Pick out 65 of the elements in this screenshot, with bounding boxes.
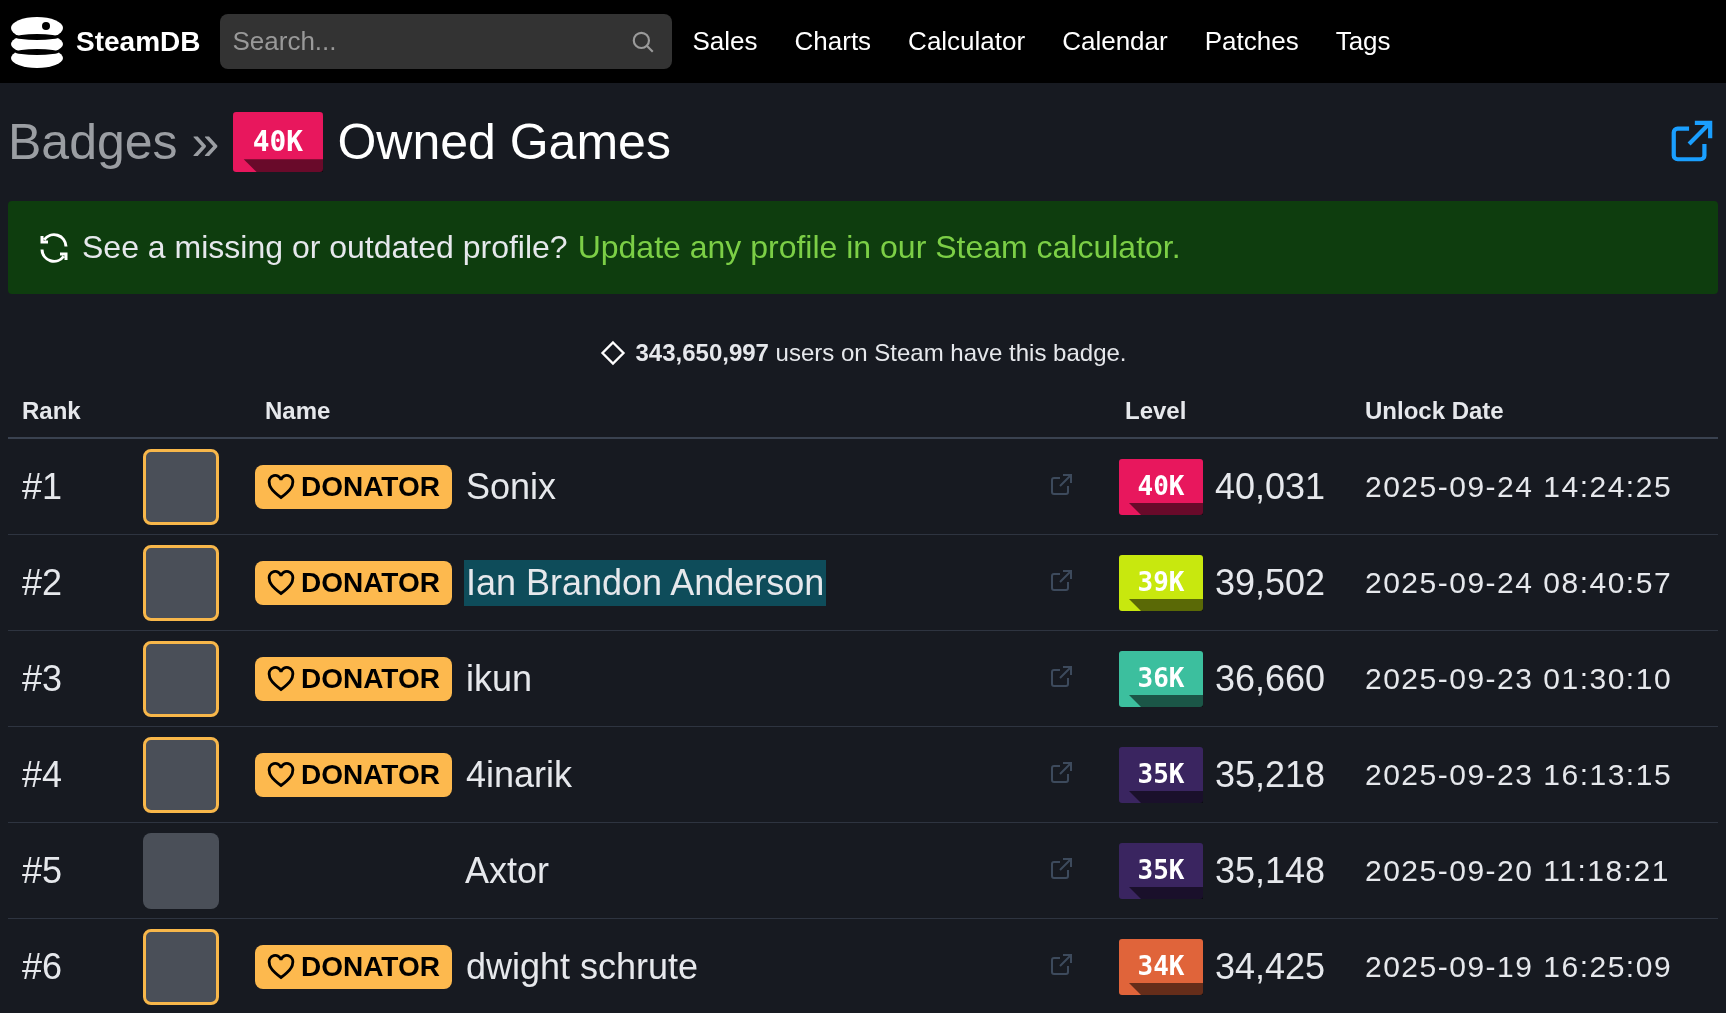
badge-icon: 34K	[1119, 938, 1203, 995]
badge-count-text: 343,650,997 users on Steam have this badge.	[635, 339, 1127, 367]
level-cell: 34,425	[1215, 945, 1326, 988]
nav-link[interactable]: Charts	[794, 26, 872, 57]
heart-icon	[267, 953, 295, 980]
level-cell: 36,660	[1215, 657, 1326, 700]
rank-cell-text: #5	[21, 849, 64, 892]
heart-icon	[267, 473, 295, 500]
column-header: Unlock Date	[1364, 396, 1505, 425]
unlock-date-cell-text: 2025-09-24 08:40:57	[1364, 565, 1674, 600]
badge-icon: 36K	[1119, 650, 1203, 707]
donator-badge: DONATOR	[255, 752, 452, 797]
page-title: Owned Games	[337, 113, 671, 171]
player-name-link[interactable]: 4inarik	[463, 751, 575, 798]
logo-text[interactable]: SteamDB	[76, 25, 201, 58]
unlock-date-cell-text: 2025-09-23 01:30:10	[1364, 661, 1674, 696]
badge-icon: 35K	[1119, 746, 1203, 803]
donator-badge: DONATOR	[255, 560, 452, 605]
rank-cell-text: #1	[21, 465, 64, 508]
avatar-placeholder[interactable]	[143, 928, 219, 1005]
tag-icon	[599, 339, 628, 367]
player-name-link[interactable]: Axtor	[463, 847, 552, 894]
avatar-placeholder[interactable]	[143, 736, 219, 813]
player-name-link[interactable]: Ian Brandon Anderson	[463, 559, 827, 606]
level-cell: 35,218	[1215, 753, 1326, 796]
nav-link[interactable]: Calculator	[908, 26, 1026, 57]
nav-link[interactable]: Patches	[1204, 26, 1299, 57]
rank-cell-text: #6	[21, 945, 64, 988]
badge-icon: 40K	[1119, 458, 1203, 515]
rank-cell-text: #4	[21, 753, 64, 796]
column-header: Rank	[21, 396, 82, 425]
heart-icon	[267, 665, 295, 692]
donator-badge: DONATOR	[255, 944, 452, 989]
nav-link[interactable]: Calendar	[1062, 26, 1168, 57]
avatar-placeholder[interactable]	[143, 544, 219, 621]
column-header: Name	[264, 396, 332, 425]
avatar-placeholder[interactable]	[143, 640, 219, 717]
unlock-date-cell-text: 2025-09-23 16:13:15	[1364, 757, 1674, 792]
level-cell: 39,502	[1215, 561, 1326, 604]
player-name-link[interactable]: dwight schrute	[463, 943, 701, 990]
badge-icon: 39K	[1119, 554, 1203, 611]
avatar-placeholder[interactable]	[143, 448, 219, 525]
rank-cell-text: #2	[21, 561, 64, 604]
unlock-date-cell-text: 2025-09-24 14:24:25	[1364, 469, 1674, 504]
player-name-link[interactable]: Sonix	[463, 463, 559, 510]
level-cell: 35,148	[1215, 849, 1326, 892]
nav-link[interactable]: Sales	[692, 26, 758, 57]
rank-cell-text: #3	[21, 657, 64, 700]
unlock-date-cell-text: 2025-09-19 16:25:09	[1364, 949, 1674, 984]
calculator-link[interactable]: Update any profile in our Steam calculator.	[577, 229, 1181, 266]
heart-icon	[267, 761, 295, 788]
donator-badge: DONATOR	[255, 656, 452, 701]
badge-icon: 35K	[1119, 842, 1203, 899]
banner-text: See a missing or outdated profile?	[82, 229, 568, 266]
search-field[interactable]: Search...	[220, 14, 673, 69]
unlock-date-cell-text: 2025-09-20 11:18:21	[1364, 853, 1671, 888]
level-cell: 40,031	[1215, 465, 1326, 508]
column-header: Level	[1124, 396, 1188, 425]
badge-icon: 40K	[233, 112, 324, 172]
breadcrumb-separator: »	[191, 113, 220, 171]
nav-link[interactable]: Tags	[1335, 26, 1391, 57]
heart-icon	[267, 569, 295, 596]
player-name-link[interactable]: ikun	[463, 655, 534, 702]
breadcrumb-link[interactable]: Badges	[8, 113, 178, 171]
donator-badge: DONATOR	[255, 464, 452, 509]
